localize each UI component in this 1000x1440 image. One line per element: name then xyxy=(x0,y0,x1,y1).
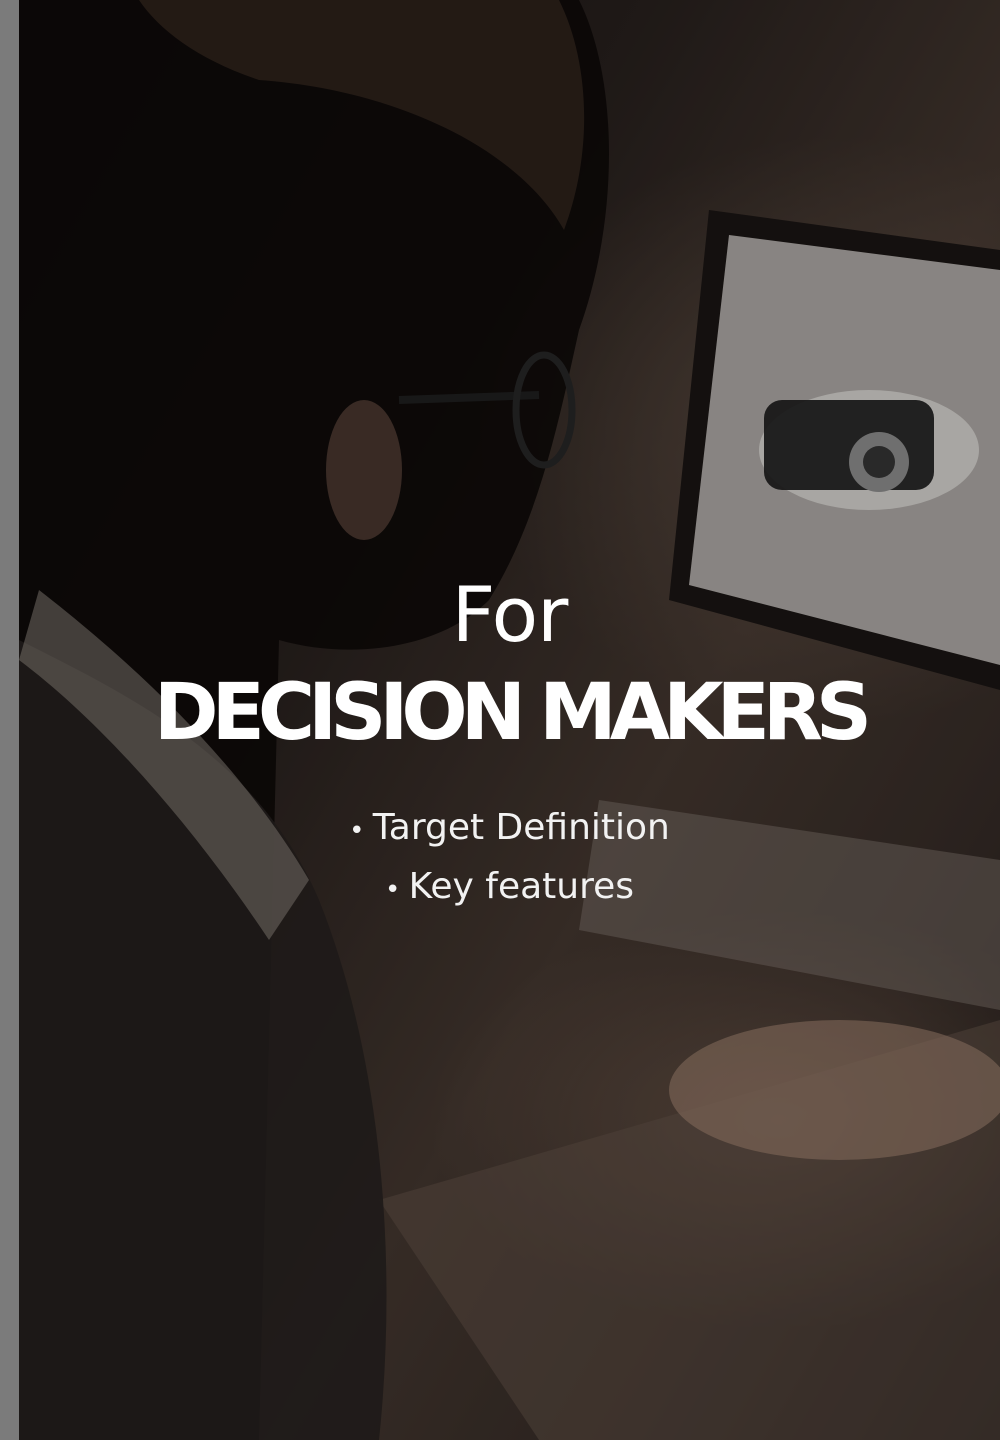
for-label: For xyxy=(451,570,569,659)
topic-list: Target Definition Key features xyxy=(19,800,1000,918)
cover-page: For DECISION MAKERS Target Definition Ke… xyxy=(0,0,1000,1440)
list-item: Target Definition xyxy=(19,800,1000,859)
page-title: DECISION MAKERS xyxy=(153,668,872,758)
list-item: Key features xyxy=(19,859,1000,918)
left-edge-strip xyxy=(0,0,19,1440)
